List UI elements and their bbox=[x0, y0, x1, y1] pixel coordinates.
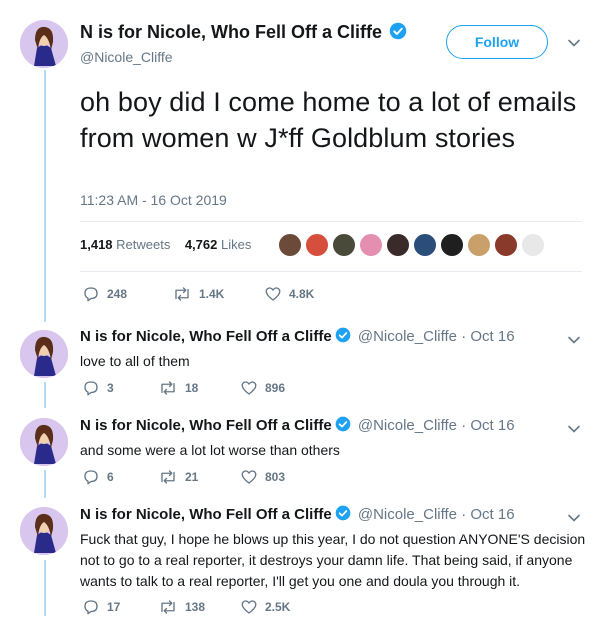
engagement-stats: 1,418 Retweets 4,762 Likes bbox=[80, 237, 251, 252]
verified-badge-icon bbox=[389, 22, 407, 45]
like-icon bbox=[241, 381, 257, 395]
reply-button[interactable]: 3 bbox=[82, 379, 158, 397]
author-handle[interactable]: @Nicole_Cliffe bbox=[358, 328, 457, 345]
like-icon bbox=[241, 470, 257, 484]
divider bbox=[80, 221, 582, 222]
avatar[interactable] bbox=[20, 418, 68, 466]
reply-tweet[interactable]: N is for Nicole, Who Fell Off a Cliffe @… bbox=[80, 327, 590, 372]
liker-avatar[interactable] bbox=[413, 233, 437, 257]
retweet-icon bbox=[175, 287, 189, 301]
chevron-down-icon[interactable] bbox=[567, 333, 581, 347]
thread-line bbox=[44, 70, 46, 322]
like-button[interactable]: 896 bbox=[240, 379, 285, 397]
reply-icon bbox=[84, 381, 98, 396]
like-button[interactable]: 2.5K bbox=[240, 598, 290, 616]
liker-avatar[interactable] bbox=[386, 233, 410, 257]
liker-avatar[interactable] bbox=[494, 233, 518, 257]
avatar[interactable] bbox=[20, 330, 68, 378]
liker-avatars bbox=[278, 233, 548, 257]
reply-actions: 3 18 896 bbox=[82, 379, 285, 397]
reply-icon bbox=[84, 600, 98, 615]
verified-badge-icon bbox=[335, 416, 351, 436]
retweet-button[interactable]: 1.4K bbox=[172, 285, 264, 303]
reply-actions: 6 21 803 bbox=[82, 468, 285, 486]
author-name[interactable]: N is for Nicole, Who Fell Off a Cliffe bbox=[80, 328, 332, 345]
like-count: 2.5K bbox=[265, 600, 291, 614]
main-tweet-actions: 248 1.4K 4.8K bbox=[82, 285, 314, 303]
tweet-date[interactable]: · Oct 16 bbox=[461, 328, 514, 345]
thread-line bbox=[44, 382, 46, 408]
liker-avatar[interactable] bbox=[332, 233, 356, 257]
liker-avatar[interactable] bbox=[521, 233, 545, 257]
reply-tweet[interactable]: N is for Nicole, Who Fell Off a Cliffe @… bbox=[80, 416, 590, 461]
likes-label: Likes bbox=[221, 237, 252, 252]
reply-count: 3 bbox=[107, 381, 114, 395]
retweets-label: Retweets bbox=[116, 237, 171, 252]
avatar[interactable] bbox=[20, 20, 68, 68]
retweet-count: 18 bbox=[185, 381, 199, 395]
retweet-icon bbox=[161, 381, 175, 395]
divider bbox=[80, 271, 582, 272]
retweet-button[interactable]: 18 bbox=[158, 379, 240, 397]
reply-button[interactable]: 17 bbox=[82, 598, 158, 616]
chevron-down-icon[interactable] bbox=[567, 36, 581, 50]
like-button[interactable]: 4.8K bbox=[264, 285, 314, 303]
reply-count: 248 bbox=[107, 287, 128, 301]
author-handle[interactable]: @Nicole_Cliffe bbox=[358, 506, 457, 523]
liker-avatar[interactable] bbox=[359, 233, 383, 257]
likes-stat[interactable]: 4,762 Likes bbox=[185, 237, 252, 252]
follow-button[interactable]: Follow bbox=[446, 25, 548, 59]
tweet-text: oh boy did I come home to a lot of email… bbox=[80, 87, 577, 153]
retweet-count: 1.4K bbox=[199, 287, 225, 301]
reply-icon bbox=[84, 287, 98, 302]
chevron-down-icon[interactable] bbox=[567, 511, 581, 525]
retweet-count: 138 bbox=[185, 600, 206, 614]
thread-line bbox=[44, 470, 46, 498]
reply-icon bbox=[84, 470, 98, 485]
author-name[interactable]: N is for Nicole, Who Fell Off a Cliffe bbox=[80, 417, 332, 434]
retweet-icon bbox=[161, 600, 175, 614]
chevron-down-icon[interactable] bbox=[567, 422, 581, 436]
like-count: 4.8K bbox=[289, 287, 315, 301]
reply-button[interactable]: 6 bbox=[82, 468, 158, 486]
like-icon bbox=[241, 600, 257, 614]
like-button[interactable]: 803 bbox=[240, 468, 285, 486]
reply-count: 6 bbox=[107, 470, 114, 484]
reply-button[interactable]: 248 bbox=[82, 285, 172, 303]
like-icon bbox=[265, 287, 281, 301]
author-handle[interactable]: @Nicole_Cliffe bbox=[80, 49, 407, 65]
verified-badge-icon bbox=[335, 327, 351, 347]
author-name[interactable]: N is for Nicole, Who Fell Off a Cliffe bbox=[80, 506, 332, 523]
main-tweet-header: N is for Nicole, Who Fell Off a Cliffe @… bbox=[80, 22, 407, 65]
reply-count: 17 bbox=[107, 600, 121, 614]
tweet-text: and some were a lot lot worse than other… bbox=[80, 442, 340, 458]
author-handle[interactable]: @Nicole_Cliffe bbox=[358, 417, 457, 434]
reply-tweet[interactable]: N is for Nicole, Who Fell Off a Cliffe @… bbox=[80, 505, 590, 592]
tweet-text: Fuck that guy, I hope he blows up this y… bbox=[80, 531, 586, 589]
like-count: 896 bbox=[265, 381, 286, 395]
tweet-text: love to all of them bbox=[80, 353, 190, 369]
tweet-timestamp[interactable]: 11:23 AM - 16 Oct 2019 bbox=[80, 192, 227, 208]
retweets-stat[interactable]: 1,418 Retweets bbox=[80, 237, 170, 252]
likes-count: 4,762 bbox=[184, 237, 218, 252]
liker-avatar[interactable] bbox=[305, 233, 329, 257]
reply-actions: 17 138 2.5K bbox=[82, 598, 290, 616]
retweet-button[interactable]: 138 bbox=[158, 598, 240, 616]
liker-avatar[interactable] bbox=[278, 233, 302, 257]
tweet-date[interactable]: · Oct 16 bbox=[461, 417, 514, 434]
retweet-count: 21 bbox=[185, 470, 199, 484]
tweet-date[interactable]: · Oct 16 bbox=[461, 506, 514, 523]
liker-avatar[interactable] bbox=[440, 233, 464, 257]
retweet-icon bbox=[161, 470, 175, 484]
avatar[interactable] bbox=[20, 507, 68, 555]
author-name[interactable]: N is for Nicole, Who Fell Off a Cliffe bbox=[80, 22, 382, 42]
thread-line bbox=[44, 560, 46, 616]
verified-badge-icon bbox=[335, 505, 351, 525]
retweet-button[interactable]: 21 bbox=[158, 468, 240, 486]
retweets-count: 1,418 bbox=[80, 237, 113, 252]
liker-avatar[interactable] bbox=[467, 233, 491, 257]
like-count: 803 bbox=[265, 470, 286, 484]
